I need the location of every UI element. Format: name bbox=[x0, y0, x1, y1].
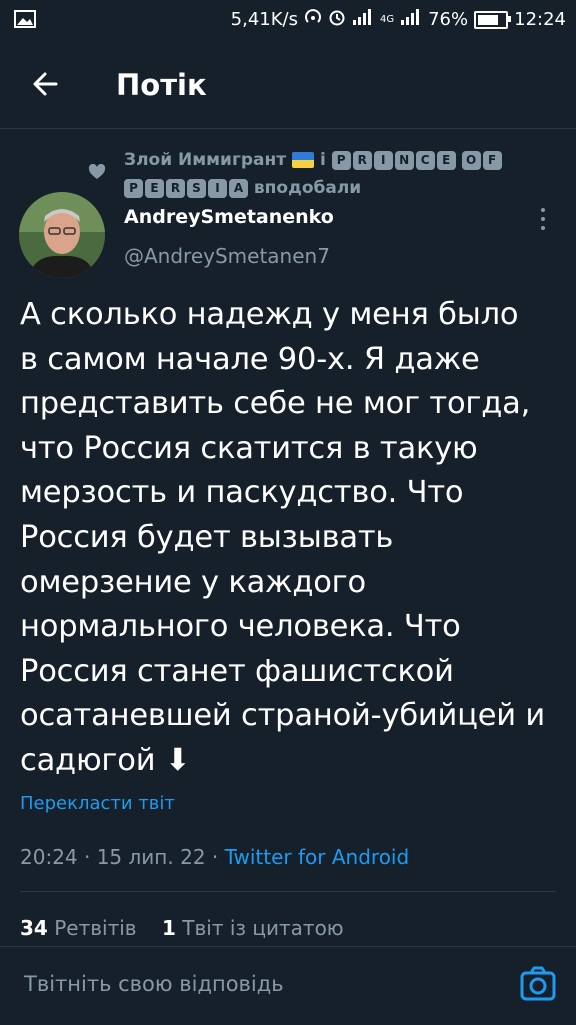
boxed-letter: P bbox=[124, 178, 143, 198]
retweets-count: 34 bbox=[20, 916, 48, 940]
hotspot-icon bbox=[304, 8, 322, 32]
author-name[interactable]: AndreySmetanenko bbox=[124, 206, 334, 228]
page-title: Потік bbox=[116, 68, 207, 102]
divider bbox=[20, 891, 556, 892]
signal-icon bbox=[352, 9, 374, 31]
tweet-line: садюгой ⬇ bbox=[20, 742, 191, 778]
boxed-letter: E bbox=[145, 178, 164, 198]
battery-fill bbox=[478, 15, 498, 25]
heart-icon bbox=[88, 164, 106, 179]
tweet-line: Россия станет фашистской bbox=[20, 653, 454, 689]
liked-by-line[interactable]: Злой Иммигрант і PRINCE OF PERSIA вподоб… bbox=[124, 146, 544, 202]
tweet-stats: 34 Ретвітів 1 Твіт із цитатою bbox=[20, 916, 344, 940]
boxed-letter: N bbox=[394, 150, 414, 170]
boxed-letter: I bbox=[208, 178, 227, 198]
tweet-text: А сколько надежд у меня было в самом нач… bbox=[20, 293, 560, 784]
clock: 12:24 bbox=[514, 9, 566, 30]
tweet-line: осатаневшей страной-убийцей и bbox=[20, 698, 546, 734]
boxed-letter: C bbox=[415, 150, 435, 170]
network-speed: 5,41K/s bbox=[230, 9, 298, 30]
network-type: 4G bbox=[379, 14, 395, 25]
translate-tweet-link[interactable]: Перекласти твіт bbox=[20, 793, 175, 814]
boxed-letter: A bbox=[229, 178, 248, 198]
retweets-label: Ретвітів bbox=[54, 916, 137, 940]
camera-icon[interactable] bbox=[518, 965, 558, 1003]
boxed-letter: F bbox=[482, 150, 502, 170]
boxed-letter: O bbox=[461, 150, 481, 170]
avatar-photo bbox=[19, 192, 105, 278]
liker-name-1[interactable]: Злой Иммигрант bbox=[124, 150, 286, 170]
liked-suffix: вподобали bbox=[253, 178, 362, 198]
tweet-line: омерзение у каждого bbox=[20, 564, 366, 600]
quotes-stat[interactable]: 1 Твіт із цитатою bbox=[162, 916, 344, 940]
tweet-line: Россия будет вызывать bbox=[20, 519, 394, 555]
tweet-line: А сколько надежд у меня было bbox=[20, 297, 519, 332]
tweet-line: мерзость и паскудство. Что bbox=[20, 475, 464, 511]
liker-name-2-word1[interactable]: PRINCE bbox=[331, 150, 456, 170]
boxed-letter: E bbox=[436, 150, 456, 170]
battery-percent: 76% bbox=[428, 9, 469, 30]
more-options-icon[interactable] bbox=[536, 206, 550, 232]
image-notification-icon bbox=[14, 10, 36, 32]
tweet-line: нормального человека. Что bbox=[20, 609, 461, 645]
battery-icon bbox=[474, 11, 512, 29]
back-button[interactable] bbox=[26, 64, 66, 104]
quotes-label: Твіт із цитатою bbox=[182, 916, 344, 940]
top-app-bar: Потік bbox=[0, 38, 576, 129]
retweets-stat[interactable]: 34 Ретвітів bbox=[20, 916, 137, 940]
conjunction: і bbox=[319, 150, 326, 170]
quotes-count: 1 bbox=[162, 916, 176, 940]
boxed-letter: R bbox=[352, 150, 372, 170]
boxed-letter: I bbox=[373, 150, 393, 170]
avatar[interactable] bbox=[19, 192, 105, 278]
signal-icon-2 bbox=[400, 9, 422, 31]
boxed-letter: R bbox=[166, 178, 185, 198]
alarm-icon bbox=[328, 8, 346, 32]
boxed-letter: P bbox=[331, 150, 351, 170]
liker-name-2-word3[interactable]: PERSIA bbox=[124, 178, 248, 198]
boxed-letter: S bbox=[187, 178, 206, 198]
tweet-meta: 20:24 · 15 лип. 22 · Twitter for Android bbox=[20, 845, 409, 869]
status-bar: 5,41K/s 4G 76% 12:24 bbox=[0, 0, 576, 38]
liker-name-2-word2[interactable]: OF bbox=[461, 150, 502, 170]
author-handle[interactable]: @AndreySmetanen7 bbox=[124, 244, 330, 268]
arrow-left-icon bbox=[33, 72, 58, 96]
ukraine-flag-icon bbox=[292, 152, 315, 168]
tweet-source-link[interactable]: Twitter for Android bbox=[225, 845, 410, 869]
tweet-timestamp: 20:24 · 15 лип. 22 · bbox=[20, 845, 225, 869]
tweet-line: представить себе не мог тогда, bbox=[20, 386, 531, 422]
tweet-line: в самом начале 90-х. Я даже bbox=[20, 341, 480, 377]
reply-bar: Твітніть свою відповідь bbox=[0, 946, 576, 1025]
reply-input[interactable]: Твітніть свою відповідь bbox=[24, 972, 284, 996]
tweet-line: что Россия скатится в такую bbox=[20, 430, 478, 466]
